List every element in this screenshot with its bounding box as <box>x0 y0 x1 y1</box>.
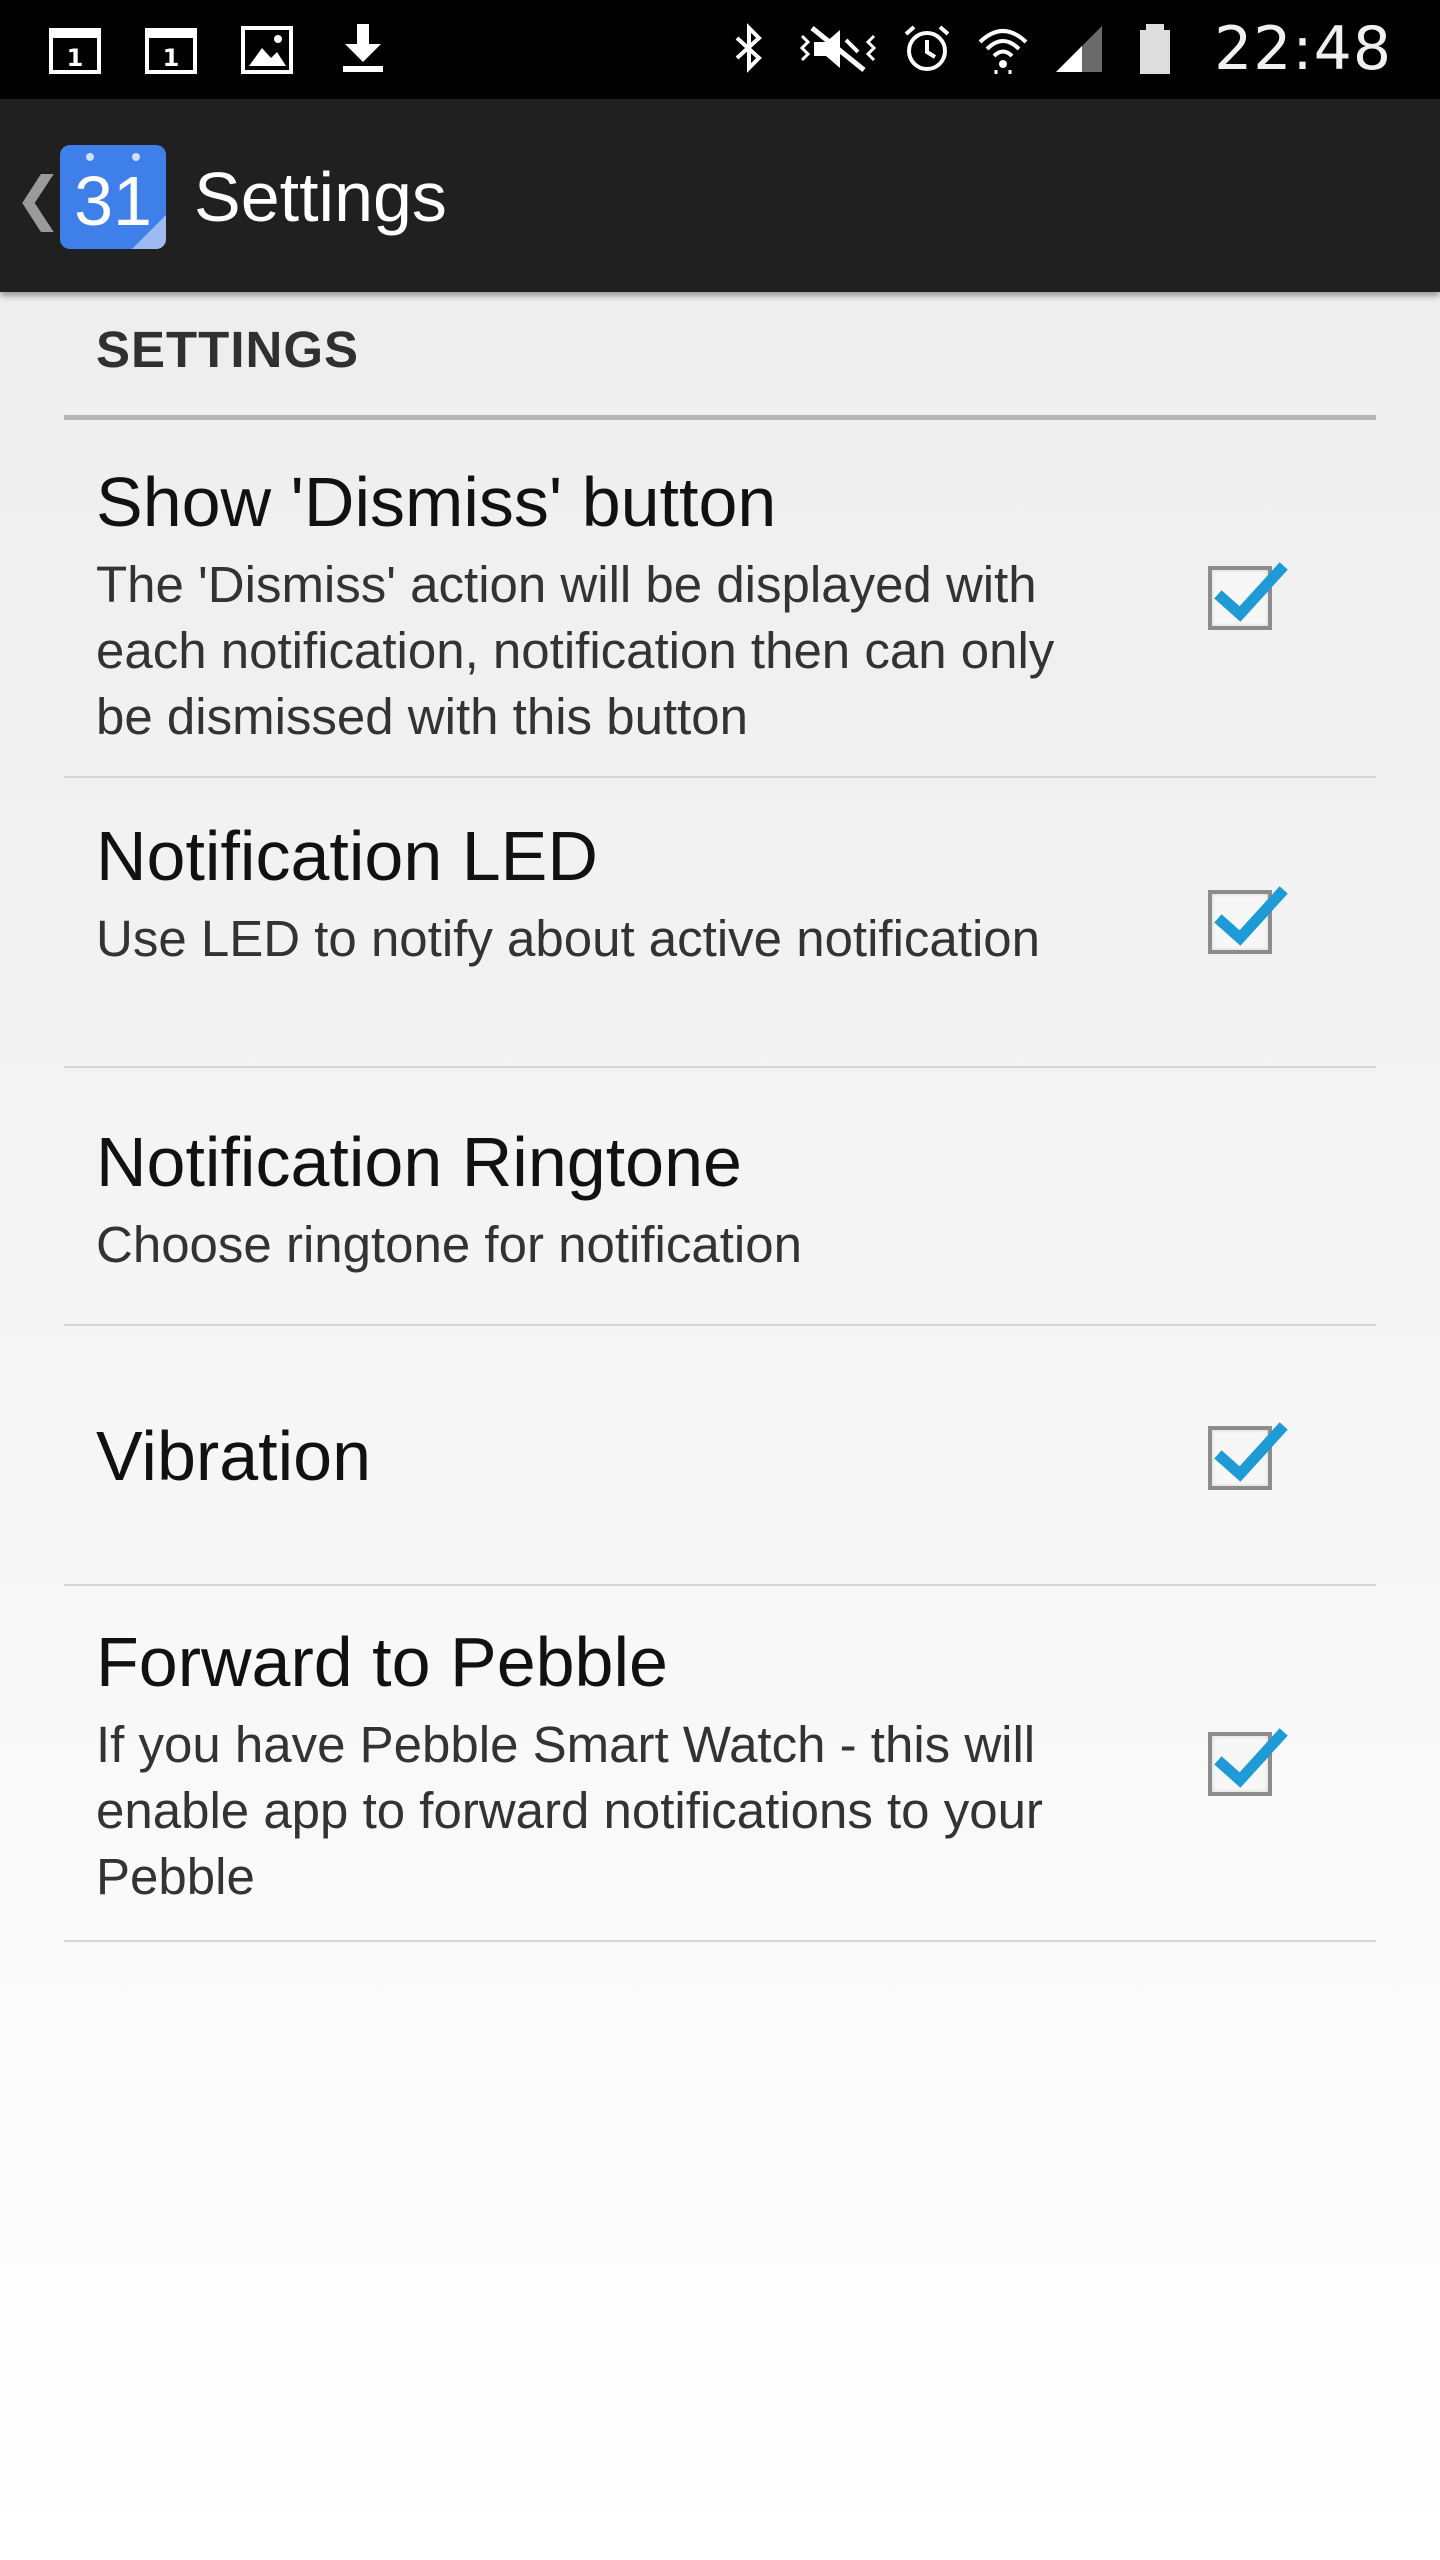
checkmark-icon <box>1214 1728 1288 1788</box>
pref-notification-ringtone[interactable]: Notification Ringtone Choose ringtone fo… <box>64 1068 1376 1326</box>
pref-show-dismiss-button[interactable]: Show 'Dismiss' button The 'Dismiss' acti… <box>64 420 1376 778</box>
calendar-notification-icon: 1 <box>48 22 102 76</box>
forward-to-pebble-checkbox[interactable] <box>1208 1728 1288 1796</box>
calendar-notification-icon: 1 <box>144 22 198 76</box>
checkmark-icon <box>1214 886 1288 946</box>
back-chevron-icon[interactable]: ❮ <box>14 169 63 227</box>
calendar-badge-1: 1 <box>67 44 84 72</box>
download-icon <box>336 22 390 76</box>
gallery-notification-icon <box>240 22 294 76</box>
pref-title: Vibration <box>96 1417 372 1495</box>
notification-led-checkbox[interactable] <box>1208 886 1288 954</box>
pref-vibration[interactable]: Vibration <box>64 1326 1376 1586</box>
mute-vibrate-icon <box>798 22 878 76</box>
pref-forward-to-pebble[interactable]: Forward to Pebble If you have Pebble Sma… <box>64 1586 1376 1942</box>
vibration-checkbox[interactable] <box>1208 1422 1288 1490</box>
pref-summary: Use LED to notify about active notificat… <box>96 910 1041 967</box>
pref-summary: The 'Dismiss' action will be displayed w… <box>96 556 1055 745</box>
wifi-icon <box>976 22 1030 76</box>
page-title: Settings <box>194 158 447 236</box>
pref-summary: If you have Pebble Smart Watch - this wi… <box>96 1716 1043 1905</box>
pref-title: Notification Ringtone <box>96 1123 742 1201</box>
status-bar: 1 1 22:48 <box>0 0 1440 99</box>
calendar-badge-2: 1 <box>163 44 180 72</box>
battery-icon <box>1128 22 1182 76</box>
calendar-app-icon[interactable]: 31 <box>60 145 166 249</box>
category-title: SETTINGS <box>96 321 360 378</box>
alarm-icon <box>900 22 954 76</box>
checkmark-icon <box>1214 1422 1288 1482</box>
signal-icon <box>1052 22 1106 76</box>
action-bar: ❮ 31 Settings <box>0 99 1440 292</box>
pref-title: Forward to Pebble <box>96 1623 668 1701</box>
pref-title: Show 'Dismiss' button <box>96 463 777 541</box>
pref-title: Notification LED <box>96 817 598 895</box>
pref-summary: Choose ringtone for notification <box>96 1216 802 1273</box>
pref-notification-led[interactable]: Notification LED Use LED to notify about… <box>64 778 1376 1068</box>
checkmark-icon <box>1214 562 1288 622</box>
bluetooth-icon <box>722 22 776 76</box>
clock: 22:48 <box>1214 14 1392 84</box>
settings-category-header: SETTINGS <box>64 320 1376 420</box>
dismiss-button-checkbox[interactable] <box>1208 562 1288 630</box>
